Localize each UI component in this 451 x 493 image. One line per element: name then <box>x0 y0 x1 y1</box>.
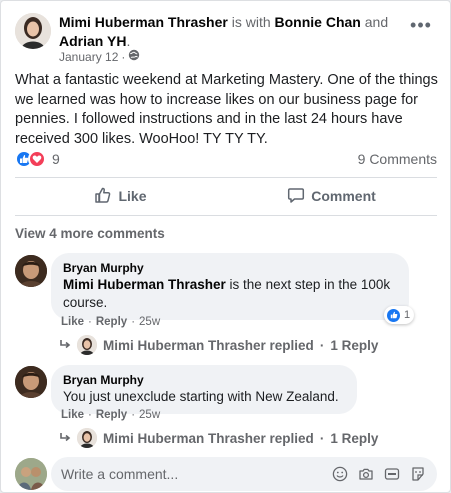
tagged-user-1[interactable]: Bonnie Chan <box>275 14 361 30</box>
write-comment-box <box>51 457 437 491</box>
view-replies-link[interactable]: Mimi Huberman Thrasher replied · 1 Reply <box>59 335 378 355</box>
post-header-line: Mimi Huberman Thrasher is with Bonnie Ch… <box>59 13 399 51</box>
reply-dot: · <box>319 337 325 353</box>
comment-time[interactable]: 25w <box>139 316 160 328</box>
gif-icon[interactable] <box>383 465 401 483</box>
reactions-row: 9 9 Comments <box>15 149 437 169</box>
post-body-text: What a fantastic weekend at Marketing Ma… <box>15 72 438 147</box>
reply-count: 1 Reply <box>330 430 379 446</box>
emoji-icon[interactable] <box>331 465 349 483</box>
comment-time[interactable]: 25w <box>139 409 160 421</box>
comment-reply-link[interactable]: Reply <box>96 316 127 328</box>
comment-bubble: Bryan Murphy You just unexclude starting… <box>51 365 357 414</box>
comment-meta: Like · Reply · 25w <box>61 409 160 421</box>
tagged-user-2[interactable]: Adrian YH <box>59 33 126 49</box>
view-more-comments-link[interactable]: View 4 more comments <box>15 226 165 241</box>
post-date[interactable]: January 12 <box>59 50 118 64</box>
comment-mention[interactable]: Mimi Huberman Thrasher <box>63 277 226 292</box>
meta-dot: · <box>131 316 136 328</box>
divider-top <box>15 177 437 178</box>
reply-arrow-icon <box>59 431 71 446</box>
comments-count-link[interactable]: 9 Comments <box>358 151 437 167</box>
commenter-avatar[interactable] <box>15 255 47 287</box>
with-text: is with <box>231 14 271 30</box>
comment-button[interactable]: Comment <box>226 179 437 213</box>
comment-reaction-count: 1 <box>404 309 411 321</box>
camera-icon[interactable] <box>357 465 375 483</box>
reply-author-text: Mimi Huberman Thrasher replied <box>103 430 314 446</box>
comment-meta: Like · Reply · 25w <box>61 316 160 328</box>
view-replies-link[interactable]: Mimi Huberman Thrasher replied · 1 Reply <box>59 428 378 448</box>
reply-author-text: Mimi Huberman Thrasher replied <box>103 337 314 353</box>
more-options-button[interactable]: ••• <box>407 16 435 35</box>
sticker-icon[interactable] <box>409 465 427 483</box>
divider-bottom <box>15 215 437 216</box>
meta-dot: · <box>131 409 136 421</box>
comment-author[interactable]: Bryan Murphy <box>63 372 345 388</box>
my-avatar[interactable] <box>15 458 47 490</box>
meta-separator: · <box>121 49 126 64</box>
comment-label: Comment <box>311 188 376 204</box>
like-label: Like <box>118 188 147 204</box>
header-period: . <box>126 33 131 49</box>
thumbs-up-icon <box>94 186 112 207</box>
reply-author-avatar <box>77 335 97 355</box>
comment-reaction-badge[interactable]: 1 <box>384 306 415 324</box>
and-text: and <box>364 14 389 30</box>
comment-like-link[interactable]: Like <box>61 316 84 328</box>
reply-author-avatar <box>77 428 97 448</box>
comment-bubble: Bryan Murphy Mimi Huberman Thrasher is t… <box>51 253 409 320</box>
post-actions: Like Comment <box>15 179 437 213</box>
post-meta: January 12 · <box>59 49 140 64</box>
author-name[interactable]: Mimi Huberman Thrasher <box>59 14 228 30</box>
like-reaction-icon <box>386 307 401 323</box>
comment-like-link[interactable]: Like <box>61 409 84 421</box>
reaction-count[interactable]: 9 <box>52 151 60 167</box>
reply-dot: · <box>319 430 325 446</box>
author-avatar[interactable] <box>15 13 51 49</box>
comment-bubble-icon <box>287 186 305 207</box>
comment-text: Mimi Huberman Thrasher is the next step … <box>63 276 397 312</box>
love-reaction-icon[interactable] <box>28 150 46 168</box>
comment-input[interactable] <box>61 466 323 482</box>
comment-reply-link[interactable]: Reply <box>96 409 127 421</box>
meta-dot: · <box>88 409 92 421</box>
meta-dot: · <box>88 316 92 328</box>
post-card: Mimi Huberman Thrasher is with Bonnie Ch… <box>0 0 451 493</box>
comment-author[interactable]: Bryan Murphy <box>63 260 397 276</box>
like-button[interactable]: Like <box>15 179 226 213</box>
globe-icon <box>128 49 140 64</box>
comment-body: You just unexclude starting with New Zea… <box>63 389 339 404</box>
reply-arrow-icon <box>59 338 71 353</box>
commenter-avatar[interactable] <box>15 366 47 398</box>
reply-count: 1 Reply <box>330 337 379 353</box>
